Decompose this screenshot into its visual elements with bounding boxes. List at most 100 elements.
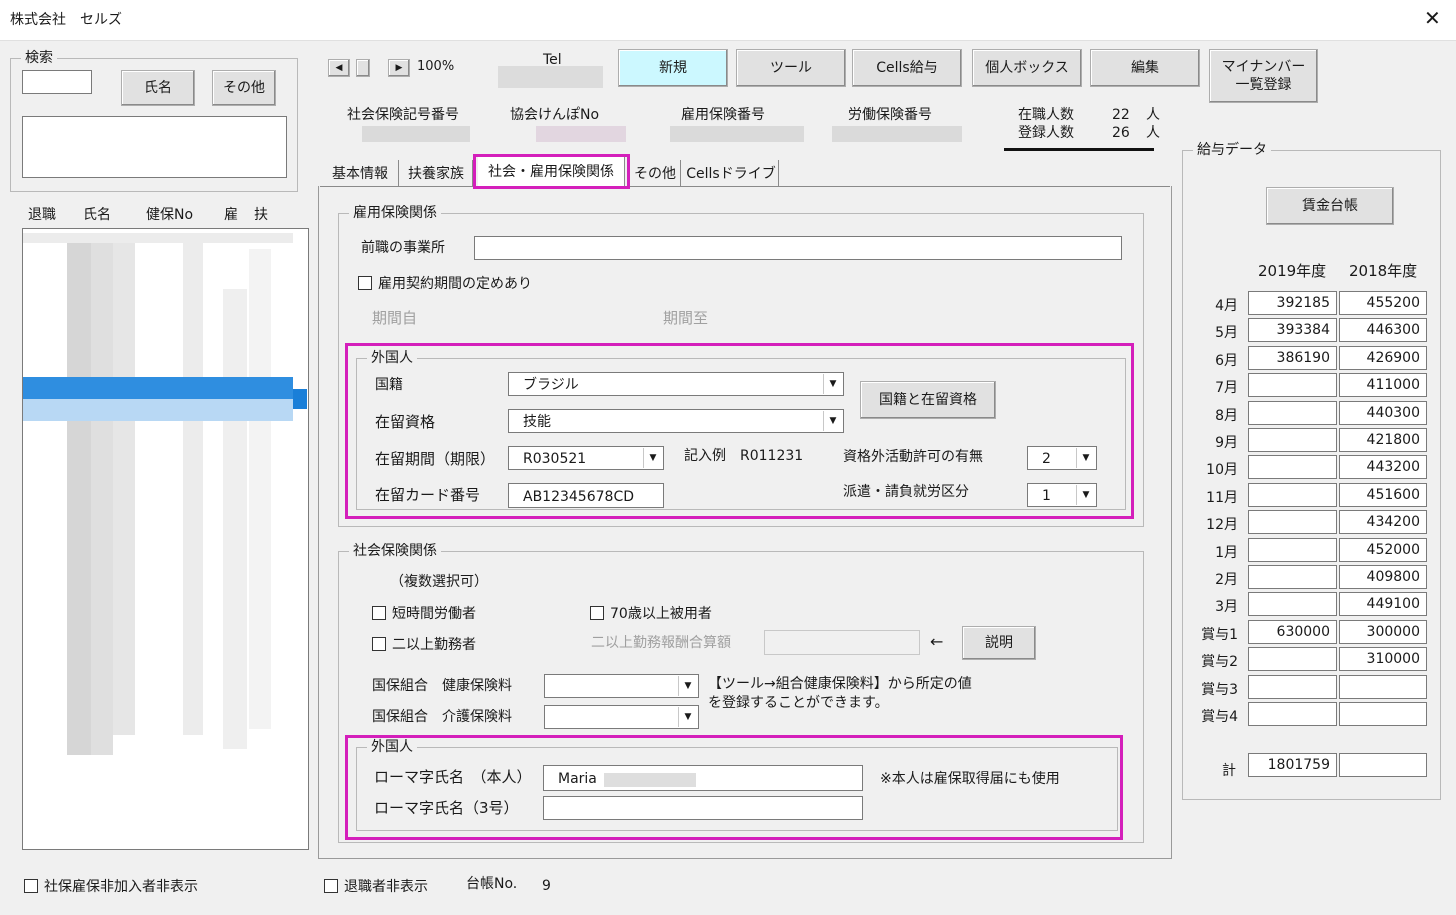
salary-cell-y2[interactable]: 434200 — [1339, 510, 1427, 535]
explain-button[interactable]: 説明 — [962, 626, 1036, 660]
premium-note-line2: を登録することができます。 — [708, 695, 889, 711]
list-item[interactable] — [249, 249, 271, 729]
salary-cell-y1[interactable] — [1248, 510, 1337, 535]
selected-row[interactable] — [23, 377, 293, 399]
list-header-retired[interactable]: 退職 — [28, 206, 56, 224]
search-textarea[interactable] — [22, 116, 287, 178]
short-time-checkbox[interactable]: 短時間労働者 — [372, 603, 476, 623]
salary-cell-y1[interactable] — [1248, 455, 1337, 480]
my-number-button[interactable]: マイナンバー 一覧登録 — [1209, 49, 1318, 103]
salary-cell-y1[interactable] — [1248, 373, 1337, 398]
salary-cell-y2[interactable]: 449100 — [1339, 592, 1427, 617]
next-record-button[interactable]: ▶ — [388, 59, 410, 77]
health-premium-select[interactable]: ▼ — [544, 674, 699, 698]
edit-button[interactable]: 編集 — [1090, 49, 1200, 87]
record-slider[interactable] — [356, 59, 370, 77]
prev-office-input[interactable] — [474, 236, 1122, 260]
salary-cell-y1[interactable] — [1248, 400, 1337, 425]
tab-basic-info[interactable]: 基本情報 — [322, 160, 399, 186]
contract-period-box[interactable] — [358, 276, 372, 290]
salary-cell-y2[interactable] — [1339, 674, 1427, 699]
salary-cell-y2[interactable]: 440300 — [1339, 400, 1427, 425]
salary-cell-y2[interactable]: 409800 — [1339, 565, 1427, 589]
salary-cell-y2[interactable]: 446300 — [1339, 318, 1427, 343]
salary-cell-y2[interactable]: 411000 — [1339, 373, 1427, 398]
prev-record-button[interactable]: ◀ — [328, 59, 350, 77]
salary-cell-y1[interactable] — [1248, 428, 1337, 452]
retired-hide-checkbox[interactable]: 退職者非表示 — [324, 876, 428, 896]
list-item[interactable] — [23, 233, 293, 243]
salary-month-label: 11月 — [1206, 489, 1238, 506]
ledger-no-label: 台帳No. — [466, 876, 518, 892]
search-group-label: 検索 — [21, 49, 57, 67]
over70-box[interactable] — [590, 606, 604, 620]
new-button[interactable]: 新規 — [618, 49, 728, 87]
total-y2[interactable] — [1339, 753, 1427, 777]
list-header-kenpo[interactable]: 健保No — [146, 206, 193, 224]
salary-cell-y2[interactable]: 452000 — [1339, 537, 1427, 562]
selected-row-sub[interactable] — [23, 399, 293, 421]
tab-dependents[interactable]: 扶養家族 — [400, 160, 473, 186]
salary-cell-y1[interactable] — [1248, 702, 1337, 726]
list-scroll-marker[interactable] — [293, 389, 307, 409]
list-item[interactable] — [183, 235, 203, 735]
tab-insurance-highlight — [473, 154, 630, 189]
personal-box-button[interactable]: 個人ボックス — [972, 49, 1082, 87]
chevron-down-icon[interactable]: ▼ — [678, 676, 697, 696]
salary-cell-y2[interactable]: 426900 — [1339, 345, 1427, 370]
cells-salary-button[interactable]: Cells給与 — [852, 49, 962, 87]
over70-checkbox[interactable]: 70歳以上被用者 — [590, 603, 712, 623]
period-from-label: 期間自 — [372, 309, 418, 327]
salary-cell-y1[interactable] — [1248, 674, 1337, 699]
multi-pay-input[interactable] — [764, 630, 920, 655]
salary-cell-y1[interactable] — [1248, 537, 1337, 562]
salary-cell-y1[interactable] — [1248, 482, 1337, 507]
salary-cell-y1[interactable] — [1248, 647, 1337, 672]
search-other-button[interactable]: その他 — [212, 70, 276, 106]
salary-cell-y2[interactable]: 455200 — [1339, 291, 1427, 315]
labor-insurance-no-redacted — [832, 126, 962, 142]
wage-ledger-button[interactable]: 賃金台帳 — [1266, 187, 1394, 225]
list-header-emp[interactable]: 雇 — [224, 206, 238, 224]
salary-cell-y1[interactable]: 386190 — [1248, 345, 1337, 370]
salary-cell-y2[interactable]: 310000 — [1339, 647, 1427, 672]
tab-other[interactable]: その他 — [630, 160, 681, 186]
search-name-button[interactable]: 氏名 — [121, 70, 195, 106]
employees-label: 在職人数 — [1018, 107, 1074, 123]
salary-cell-y2[interactable]: 443200 — [1339, 455, 1427, 480]
multi-work-checkbox[interactable]: 二以上勤務者 — [372, 634, 476, 654]
list-item[interactable] — [91, 235, 113, 755]
tab-cells-drive[interactable]: Cellsドライブ — [684, 160, 779, 186]
social-group-label: 社会保険関係 — [349, 542, 441, 560]
contract-period-checkbox[interactable]: 雇用契約期間の定めあり — [358, 273, 532, 293]
salary-month-label: 9月 — [1215, 435, 1238, 451]
salary-cell-y1[interactable]: 630000 — [1248, 619, 1337, 644]
salary-cell-y1[interactable] — [1248, 592, 1337, 617]
list-header-name[interactable]: 氏名 — [83, 206, 111, 224]
salary-cell-y1[interactable]: 393384 — [1248, 318, 1337, 343]
search-input[interactable] — [22, 70, 92, 94]
social-insurance-no-redacted — [362, 126, 470, 142]
list-item[interactable] — [223, 289, 247, 749]
retired-hide-box[interactable] — [324, 879, 338, 893]
tools-button[interactable]: ツール — [736, 49, 846, 87]
salary-cell-y2[interactable]: 300000 — [1339, 619, 1427, 644]
short-time-box[interactable] — [372, 606, 386, 620]
salary-cell-y2[interactable] — [1339, 702, 1427, 726]
hide-non-insured-checkbox[interactable]: 社保雇保非加入者非表示 — [24, 876, 198, 896]
employee-list[interactable] — [22, 228, 309, 850]
close-icon[interactable]: ✕ — [1424, 8, 1441, 28]
list-item[interactable] — [67, 235, 91, 755]
list-header-dep[interactable]: 扶 — [254, 206, 268, 224]
list-item[interactable] — [113, 235, 135, 735]
salary-cell-y2[interactable]: 451600 — [1339, 482, 1427, 507]
registered-unit: 人 — [1146, 125, 1160, 141]
total-y1[interactable]: 1801759 — [1248, 753, 1337, 777]
hide-non-insured-box[interactable] — [24, 879, 38, 893]
salary-cell-y1[interactable]: 392185 — [1248, 291, 1337, 315]
care-premium-select[interactable]: ▼ — [544, 705, 699, 729]
salary-cell-y1[interactable] — [1248, 565, 1337, 589]
chevron-down-icon[interactable]: ▼ — [678, 707, 697, 727]
multi-work-box[interactable] — [372, 637, 386, 651]
salary-cell-y2[interactable]: 421800 — [1339, 428, 1427, 452]
